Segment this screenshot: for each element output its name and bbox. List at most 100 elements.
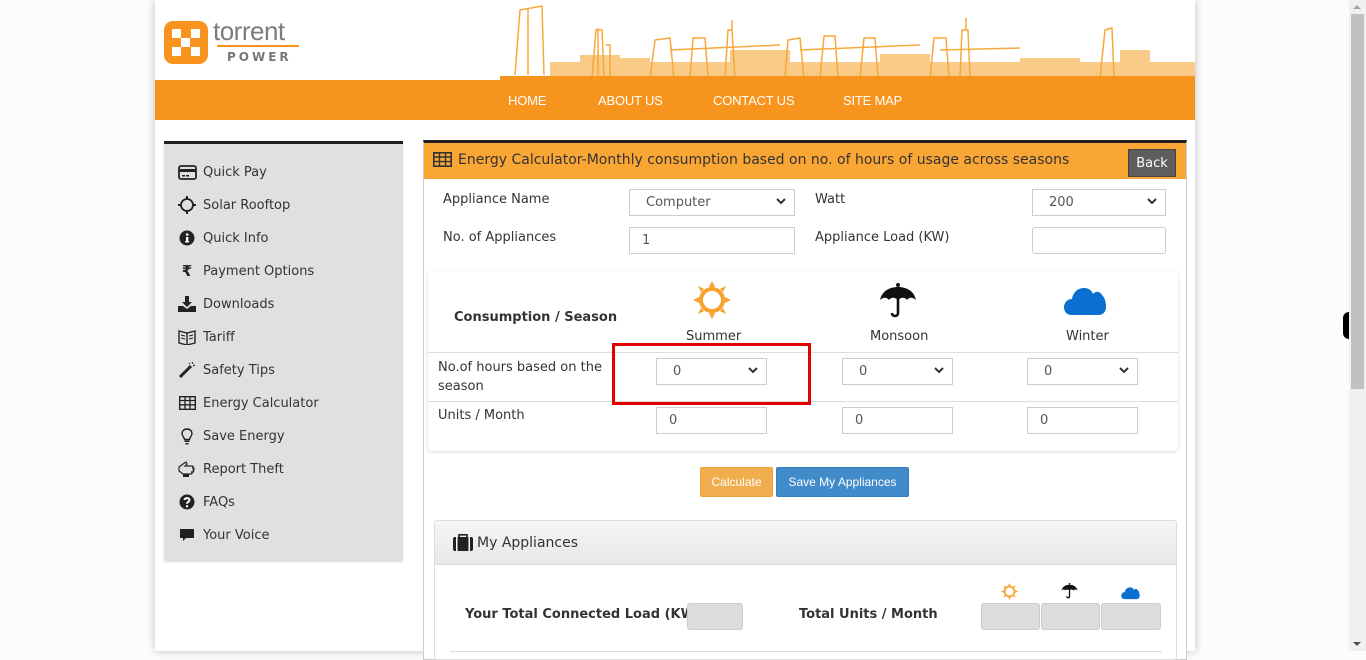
consumption-season-header: Consumption / Season	[454, 310, 618, 325]
main-nav: HOME ABOUT US CONTACT US SITE MAP	[155, 80, 1195, 120]
summer-hours-value: 0	[673, 364, 682, 379]
nav-site-map[interactable]: SITE MAP	[843, 93, 902, 108]
chevron-down-icon	[1119, 367, 1129, 374]
sidebar-item-label: Your Voice	[203, 527, 270, 543]
hand-pointer-icon	[177, 460, 197, 478]
sidebar-item-label: Safety Tips	[203, 362, 275, 378]
sidebar-item-solar-rooftop[interactable]: Solar Rooftop	[177, 194, 290, 216]
question-circle-icon	[177, 493, 197, 511]
sidebar-item-label: Solar Rooftop	[203, 197, 291, 213]
table-icon	[177, 394, 197, 412]
sidebar-item-your-voice[interactable]: Your Voice	[177, 524, 269, 546]
sidebar-item-save-energy[interactable]: Save Energy	[177, 425, 285, 447]
total-connected-load-label: Your Total Connected Load (KW)	[465, 607, 701, 622]
my-appliances-section: My Appliances Your Total Connected Load …	[434, 520, 1177, 660]
num-appliances-label: No. of Appliances	[443, 230, 557, 245]
cloud-icon	[1064, 285, 1106, 321]
page-container: torrent POWER HOME ABOUT US CONTACT US S…	[155, 0, 1195, 660]
season-consumption-table: Consumption / Season Summer Monsoon Wint…	[428, 271, 1178, 451]
sidebar-item-payment-options[interactable]: ₹ Payment Options	[177, 260, 314, 282]
total-units-winter-value	[1101, 603, 1161, 630]
nav-home[interactable]: HOME	[508, 93, 546, 108]
rupee-icon: ₹	[181, 262, 193, 280]
sun-outline-icon	[177, 196, 197, 214]
scroll-up-arrow-icon[interactable]	[1353, 5, 1361, 9]
sidebar-item-faqs[interactable]: FAQs	[177, 491, 235, 513]
credit-card-icon	[177, 163, 197, 181]
row-divider	[450, 651, 1162, 652]
umbrella-icon	[1061, 583, 1078, 603]
logo-wordmark: torrent	[213, 16, 285, 46]
chevron-down-icon	[934, 367, 944, 374]
back-button[interactable]: Back	[1128, 149, 1176, 177]
logo-mark-icon	[164, 21, 208, 64]
sidebar-item-energy-calculator[interactable]: Energy Calculator	[177, 392, 319, 414]
magic-wand-icon	[177, 361, 197, 379]
scroll-down-arrow-icon[interactable]	[1353, 642, 1361, 646]
sidebar-item-label: Downloads	[203, 296, 275, 312]
umbrella-icon	[879, 283, 917, 323]
chevron-down-icon	[776, 198, 786, 205]
sidebar: Quick Pay Solar Rooftop Quick Info ₹ Pay…	[164, 141, 403, 561]
sun-icon	[1001, 583, 1018, 604]
appliance-load-input[interactable]	[1032, 227, 1166, 254]
nav-contact-us[interactable]: CONTACT US	[713, 93, 795, 108]
page-scrollbar[interactable]	[1349, 0, 1366, 651]
monsoon-hours-value: 0	[859, 364, 868, 379]
my-appliances-title: My Appliances	[477, 535, 579, 551]
sidebar-item-label: Quick Info	[203, 230, 269, 246]
sidebar-item-label: Energy Calculator	[203, 395, 319, 411]
total-units-month-label: Total Units / Month	[799, 607, 938, 622]
sidebar-item-quick-info[interactable]: Quick Info	[177, 227, 269, 249]
scrollbar-thumb[interactable]	[1351, 14, 1364, 389]
monsoon-hours-select[interactable]: 0	[842, 358, 953, 385]
calculate-button[interactable]: Calculate	[700, 467, 773, 497]
row-divider	[428, 352, 1178, 353]
watt-select[interactable]: 200	[1032, 189, 1166, 216]
total-units-monsoon-value	[1041, 603, 1100, 630]
save-my-appliances-button[interactable]: Save My Appliances	[776, 467, 909, 497]
appliance-name-value: Computer	[646, 195, 711, 210]
energy-calculator-panel: Energy Calculator-Monthly consumption ba…	[423, 140, 1187, 660]
sidebar-item-label: Report Theft	[203, 461, 284, 477]
sidebar-item-tariff[interactable]: Tariff	[177, 326, 235, 348]
season-summer-label: Summer	[686, 329, 742, 344]
comment-icon	[177, 526, 197, 544]
monsoon-units-input[interactable]: 0	[842, 407, 953, 434]
cloud-icon	[1121, 585, 1140, 604]
appliance-name-label: Appliance Name	[443, 192, 550, 207]
sidebar-item-label: Quick Pay	[203, 164, 267, 180]
appliance-name-select[interactable]: Computer	[629, 189, 795, 216]
appliance-load-label: Appliance Load (KW)	[815, 230, 950, 245]
sidebar-item-quick-pay[interactable]: Quick Pay	[177, 161, 267, 183]
sidebar-item-safety-tips[interactable]: Safety Tips	[177, 359, 275, 381]
torrent-power-logo[interactable]: torrent POWER	[164, 16, 304, 66]
my-appliances-header: My Appliances	[435, 521, 1176, 565]
download-icon	[177, 295, 197, 313]
watt-label: Watt	[815, 192, 846, 207]
sidebar-item-downloads[interactable]: Downloads	[177, 293, 274, 315]
table-icon	[433, 152, 452, 171]
sidebar-item-report-theft[interactable]: Report Theft	[177, 458, 284, 480]
info-circle-icon	[177, 229, 197, 247]
chevron-down-icon	[1147, 198, 1157, 205]
total-units-summer-value	[981, 603, 1040, 630]
chevron-down-icon	[748, 367, 758, 374]
hours-per-season-label: No.of hours based on the season	[438, 360, 602, 394]
sidebar-item-label: FAQs	[203, 494, 235, 510]
briefcase-icon	[453, 534, 473, 555]
season-winter-label: Winter	[1066, 329, 1109, 344]
winter-hours-select[interactable]: 0	[1027, 358, 1138, 385]
winter-hours-value: 0	[1044, 364, 1053, 379]
sun-icon	[693, 281, 731, 323]
panel-title: Energy Calculator-Monthly consumption ba…	[458, 152, 1070, 168]
summer-hours-select[interactable]: 0	[656, 358, 767, 385]
season-monsoon-label: Monsoon	[870, 329, 929, 344]
logo-underline	[217, 45, 299, 47]
row-divider	[428, 401, 1178, 402]
logo-subtitle: POWER	[227, 50, 292, 64]
num-appliances-input[interactable]: 1	[629, 227, 795, 254]
summer-units-input[interactable]: 0	[656, 407, 767, 434]
winter-units-input[interactable]: 0	[1027, 407, 1138, 434]
nav-about-us[interactable]: ABOUT US	[598, 93, 663, 108]
